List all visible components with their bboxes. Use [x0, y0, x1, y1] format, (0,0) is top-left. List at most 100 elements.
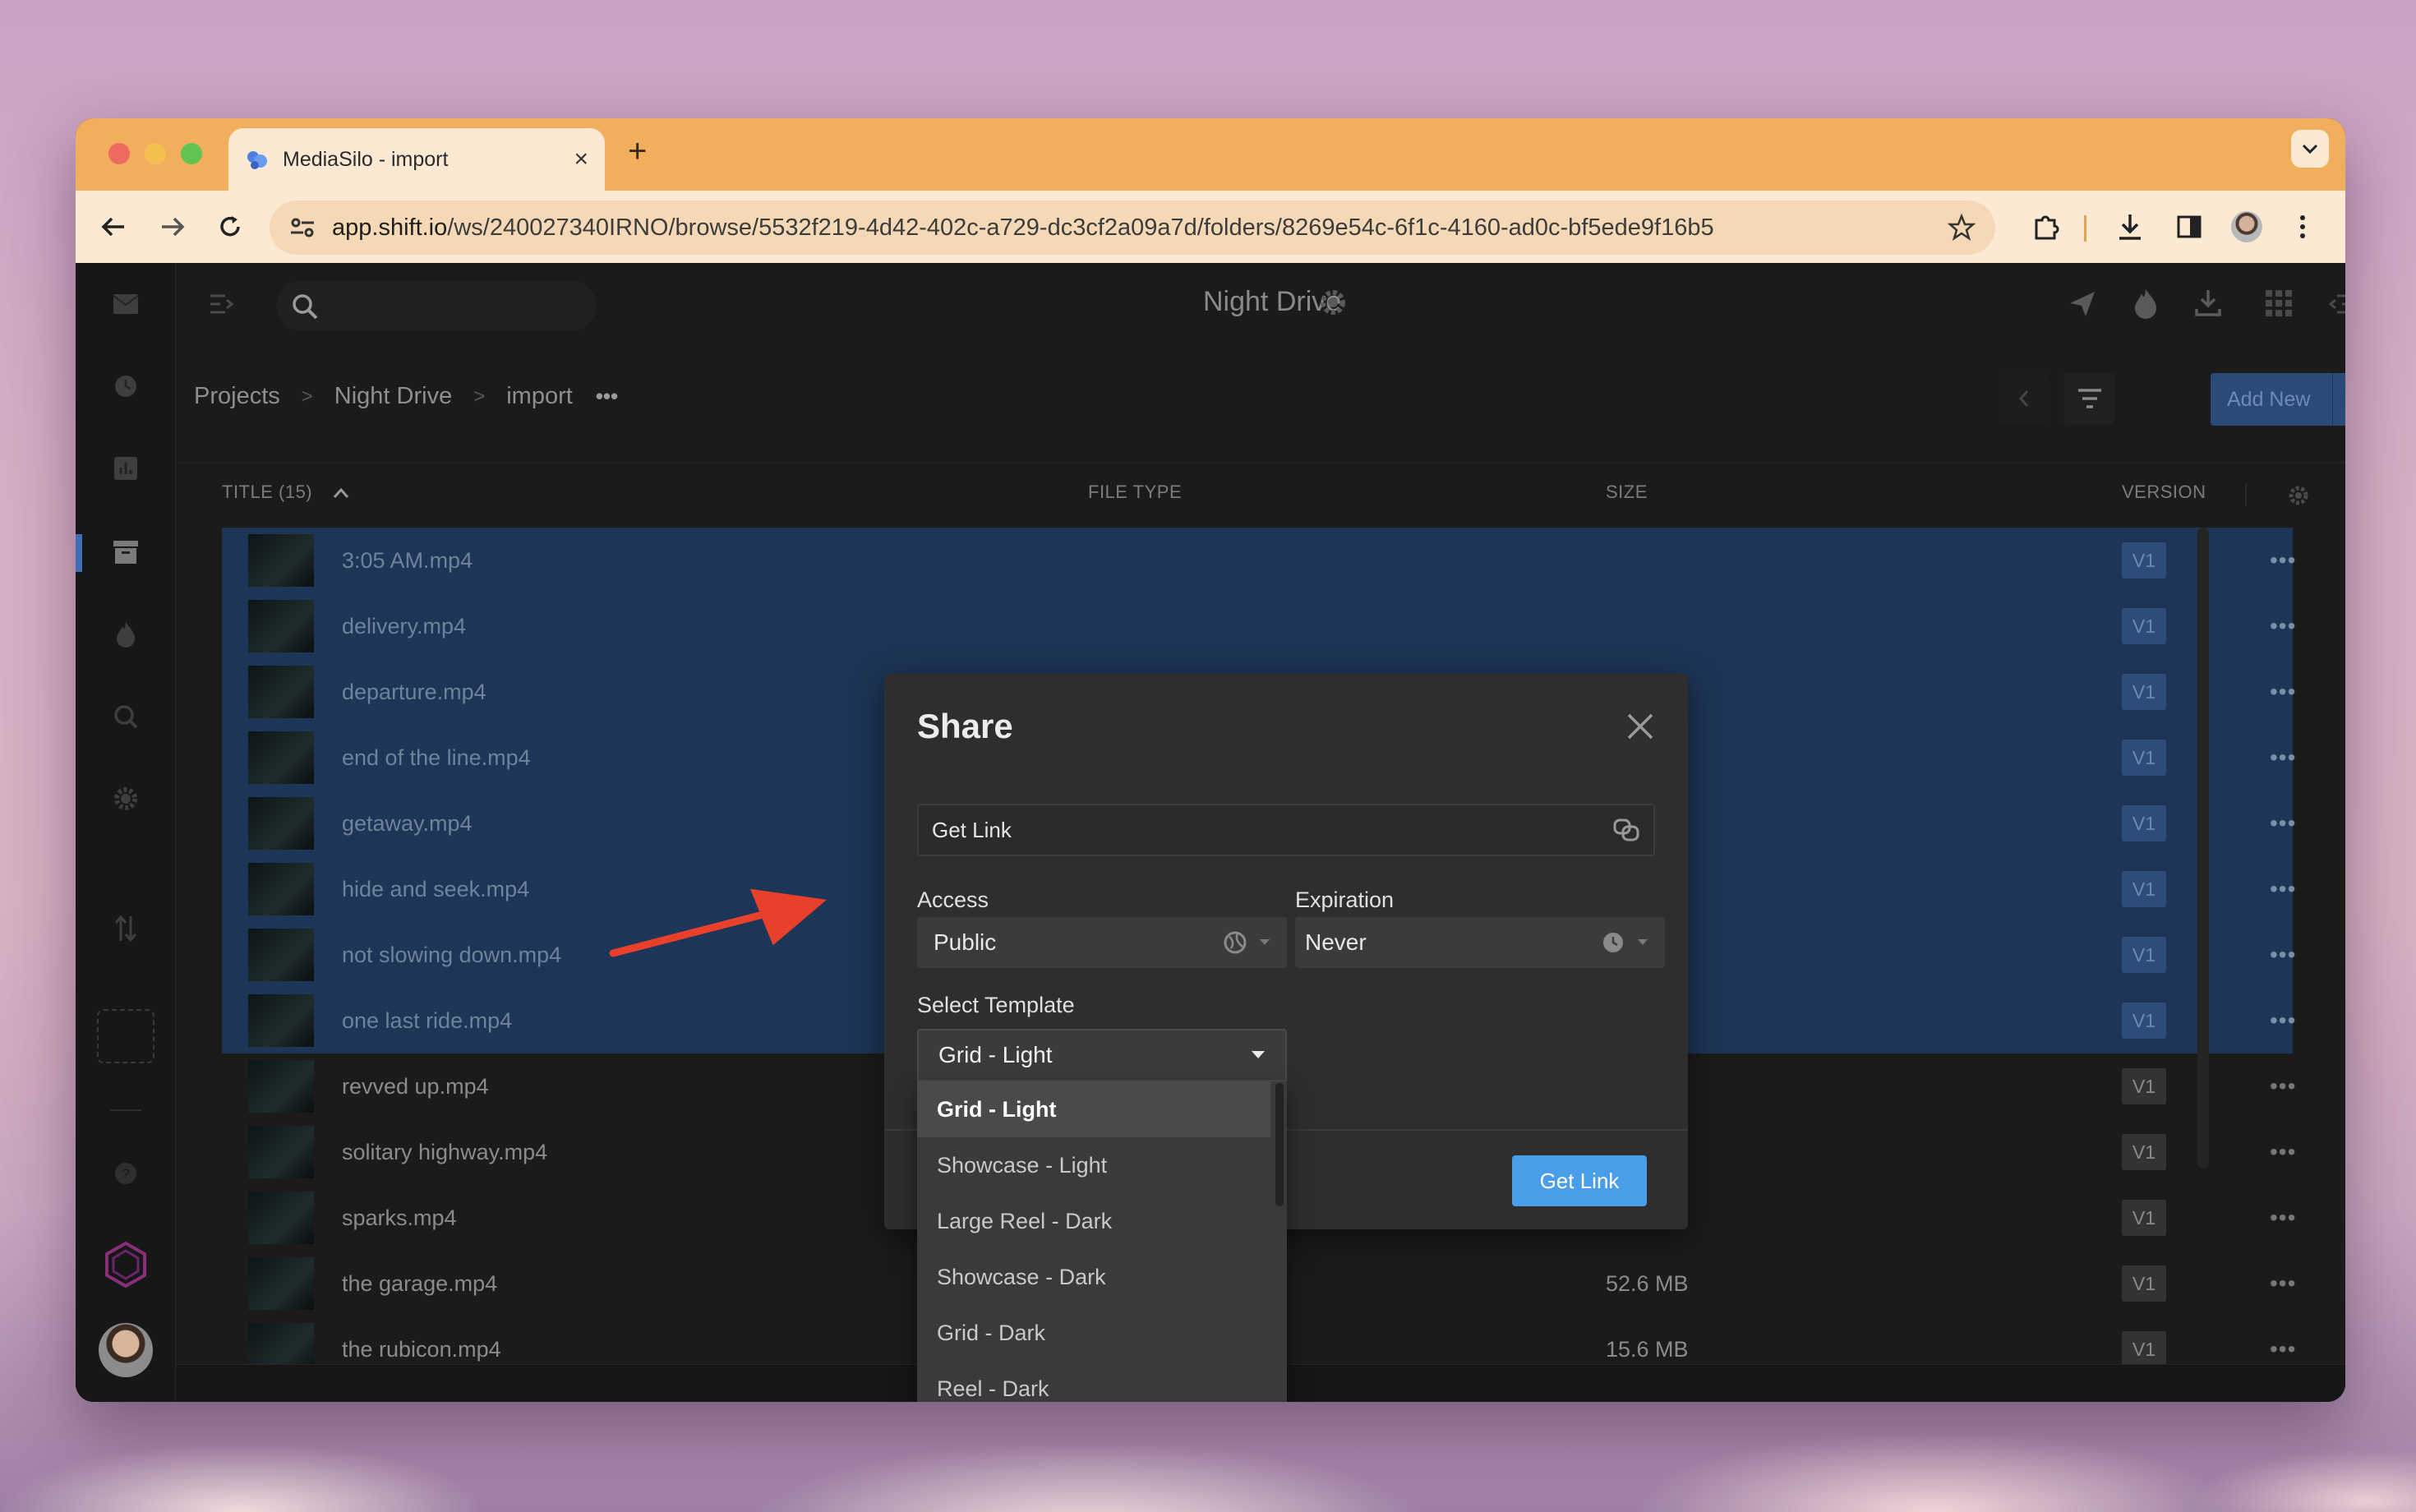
browser-menu-button[interactable] [2286, 205, 2319, 248]
table-row[interactable]: delivery.mp4 V1 ••• [222, 593, 2296, 659]
file-name[interactable]: revved up.mp4 [342, 1074, 489, 1099]
row-more-button[interactable]: ••• [2270, 942, 2296, 968]
row-more-button[interactable]: ••• [2270, 1073, 2296, 1099]
file-name[interactable]: one last ride.mp4 [342, 1008, 512, 1034]
breadcrumb-night-drive[interactable]: Night Drive [334, 383, 452, 410]
column-header-version[interactable]: VERSION [2122, 482, 2206, 503]
access-select[interactable]: Public [917, 917, 1287, 968]
dropdown-scrollbar[interactable] [1275, 1083, 1284, 1206]
row-more-button[interactable]: ••• [2270, 1270, 2296, 1297]
version-badge[interactable]: V1 [2122, 805, 2166, 841]
version-badge[interactable]: V1 [2122, 542, 2166, 579]
user-avatar[interactable] [99, 1323, 153, 1377]
breadcrumb-import[interactable]: import [506, 383, 573, 410]
template-option[interactable]: Showcase - Dark [917, 1249, 1270, 1305]
forward-button[interactable] [154, 209, 191, 245]
send-icon[interactable] [2068, 289, 2097, 319]
file-name[interactable]: hide and seek.mp4 [342, 877, 529, 902]
collapse-sidebar-icon[interactable] [209, 293, 235, 316]
copy-link-icon[interactable] [1612, 818, 1640, 842]
template-option[interactable]: Grid - Dark [917, 1305, 1270, 1361]
file-name[interactable]: the garage.mp4 [342, 1271, 497, 1297]
row-more-button[interactable]: ••• [2270, 876, 2296, 902]
bookmark-star-icon[interactable] [1948, 214, 1976, 242]
share-link-field[interactable]: Get Link [917, 804, 1655, 856]
file-name[interactable]: the rubicon.mp4 [342, 1337, 501, 1362]
back-button[interactable] [95, 209, 131, 245]
analytics-nav[interactable] [109, 452, 142, 485]
address-bar[interactable]: app.shift.io/ws/240027340IRNO/browse/553… [270, 201, 1995, 255]
file-name[interactable]: departure.mp4 [342, 680, 486, 705]
workspace-logo[interactable] [102, 1241, 150, 1288]
column-settings-gear-icon[interactable] [2288, 485, 2309, 506]
new-tab-button[interactable]: + [628, 133, 647, 170]
sort-ascending-icon[interactable] [333, 487, 349, 499]
download-icon[interactable] [2194, 288, 2222, 317]
get-link-button[interactable]: Get Link [1512, 1155, 1647, 1206]
file-name[interactable]: 3:05 AM.mp4 [342, 548, 473, 574]
flame-icon[interactable] [2133, 288, 2158, 319]
version-badge[interactable]: V1 [2122, 871, 2166, 907]
template-option[interactable]: Showcase - Light [917, 1137, 1270, 1193]
version-badge[interactable]: V1 [2122, 608, 2166, 644]
tab-search-button[interactable] [2291, 130, 2329, 168]
version-badge[interactable]: V1 [2122, 1068, 2166, 1104]
row-more-button[interactable]: ••• [2270, 1205, 2296, 1231]
column-header-title[interactable]: TITLE (15) [222, 482, 349, 503]
maximize-window-button[interactable] [181, 143, 202, 164]
settings-nav[interactable] [109, 782, 142, 815]
site-settings-icon[interactable] [289, 216, 316, 239]
template-option[interactable]: Reel - Dark [917, 1361, 1270, 1402]
version-badge[interactable]: V1 [2122, 937, 2166, 973]
tab-close-icon[interactable]: × [574, 145, 588, 173]
file-name[interactable]: solitary highway.mp4 [342, 1140, 547, 1165]
version-badge[interactable]: V1 [2122, 1331, 2166, 1367]
row-more-button[interactable]: ••• [2270, 810, 2296, 837]
downloads-button[interactable] [2109, 205, 2151, 248]
collapse-panel-icon[interactable] [2327, 293, 2345, 316]
transfers-nav[interactable] [109, 912, 142, 945]
upload-dropzone[interactable] [97, 1009, 154, 1063]
extensions-button[interactable] [2025, 205, 2068, 248]
version-badge[interactable]: V1 [2122, 1134, 2166, 1170]
version-badge[interactable]: V1 [2122, 1003, 2166, 1039]
recent-nav[interactable] [109, 370, 142, 403]
row-more-button[interactable]: ••• [2270, 1336, 2296, 1362]
expiration-select[interactable]: Never [1295, 917, 1665, 968]
version-badge[interactable]: V1 [2122, 674, 2166, 710]
file-name[interactable]: delivery.mp4 [342, 614, 466, 639]
file-name[interactable]: end of the line.mp4 [342, 745, 531, 771]
row-more-button[interactable]: ••• [2270, 1007, 2296, 1034]
row-more-button[interactable]: ••• [2270, 744, 2296, 771]
version-badge[interactable]: V1 [2122, 1265, 2166, 1302]
search-input[interactable] [276, 281, 597, 330]
breadcrumb-more-button[interactable]: ••• [596, 384, 618, 409]
hot-nav[interactable] [109, 618, 142, 651]
side-panel-button[interactable] [2168, 205, 2211, 248]
inbox-nav[interactable] [109, 288, 142, 320]
file-name[interactable]: sparks.mp4 [342, 1205, 457, 1231]
prev-page-button[interactable] [1999, 373, 2049, 424]
close-window-button[interactable] [108, 143, 130, 164]
reload-button[interactable] [212, 209, 248, 245]
breadcrumb-projects[interactable]: Projects [194, 383, 280, 410]
row-more-button[interactable]: ••• [2270, 547, 2296, 574]
browser-tab[interactable]: MediaSilo - import × [228, 128, 605, 191]
add-new-dropdown[interactable] [2332, 373, 2345, 426]
row-more-button[interactable]: ••• [2270, 1139, 2296, 1165]
close-icon[interactable] [1624, 710, 1657, 743]
version-badge[interactable]: V1 [2122, 740, 2166, 776]
filter-button[interactable] [2064, 373, 2115, 424]
row-more-button[interactable]: ••• [2270, 613, 2296, 639]
column-header-size[interactable]: SIZE [1606, 482, 1648, 503]
template-option[interactable]: Large Reel - Dark [917, 1193, 1270, 1249]
column-header-file-type[interactable]: FILE TYPE [1088, 482, 1182, 503]
table-scrollbar[interactable] [2197, 528, 2209, 1169]
file-name[interactable]: not slowing down.mp4 [342, 943, 561, 968]
project-settings-gear-icon[interactable] [1318, 288, 1348, 317]
template-option[interactable]: Grid - Light [917, 1081, 1270, 1137]
table-row[interactable]: 3:05 AM.mp4 V1 ••• [222, 528, 2296, 593]
search-nav[interactable] [109, 700, 142, 733]
file-name[interactable]: getaway.mp4 [342, 811, 473, 837]
profile-button[interactable] [2225, 205, 2268, 248]
